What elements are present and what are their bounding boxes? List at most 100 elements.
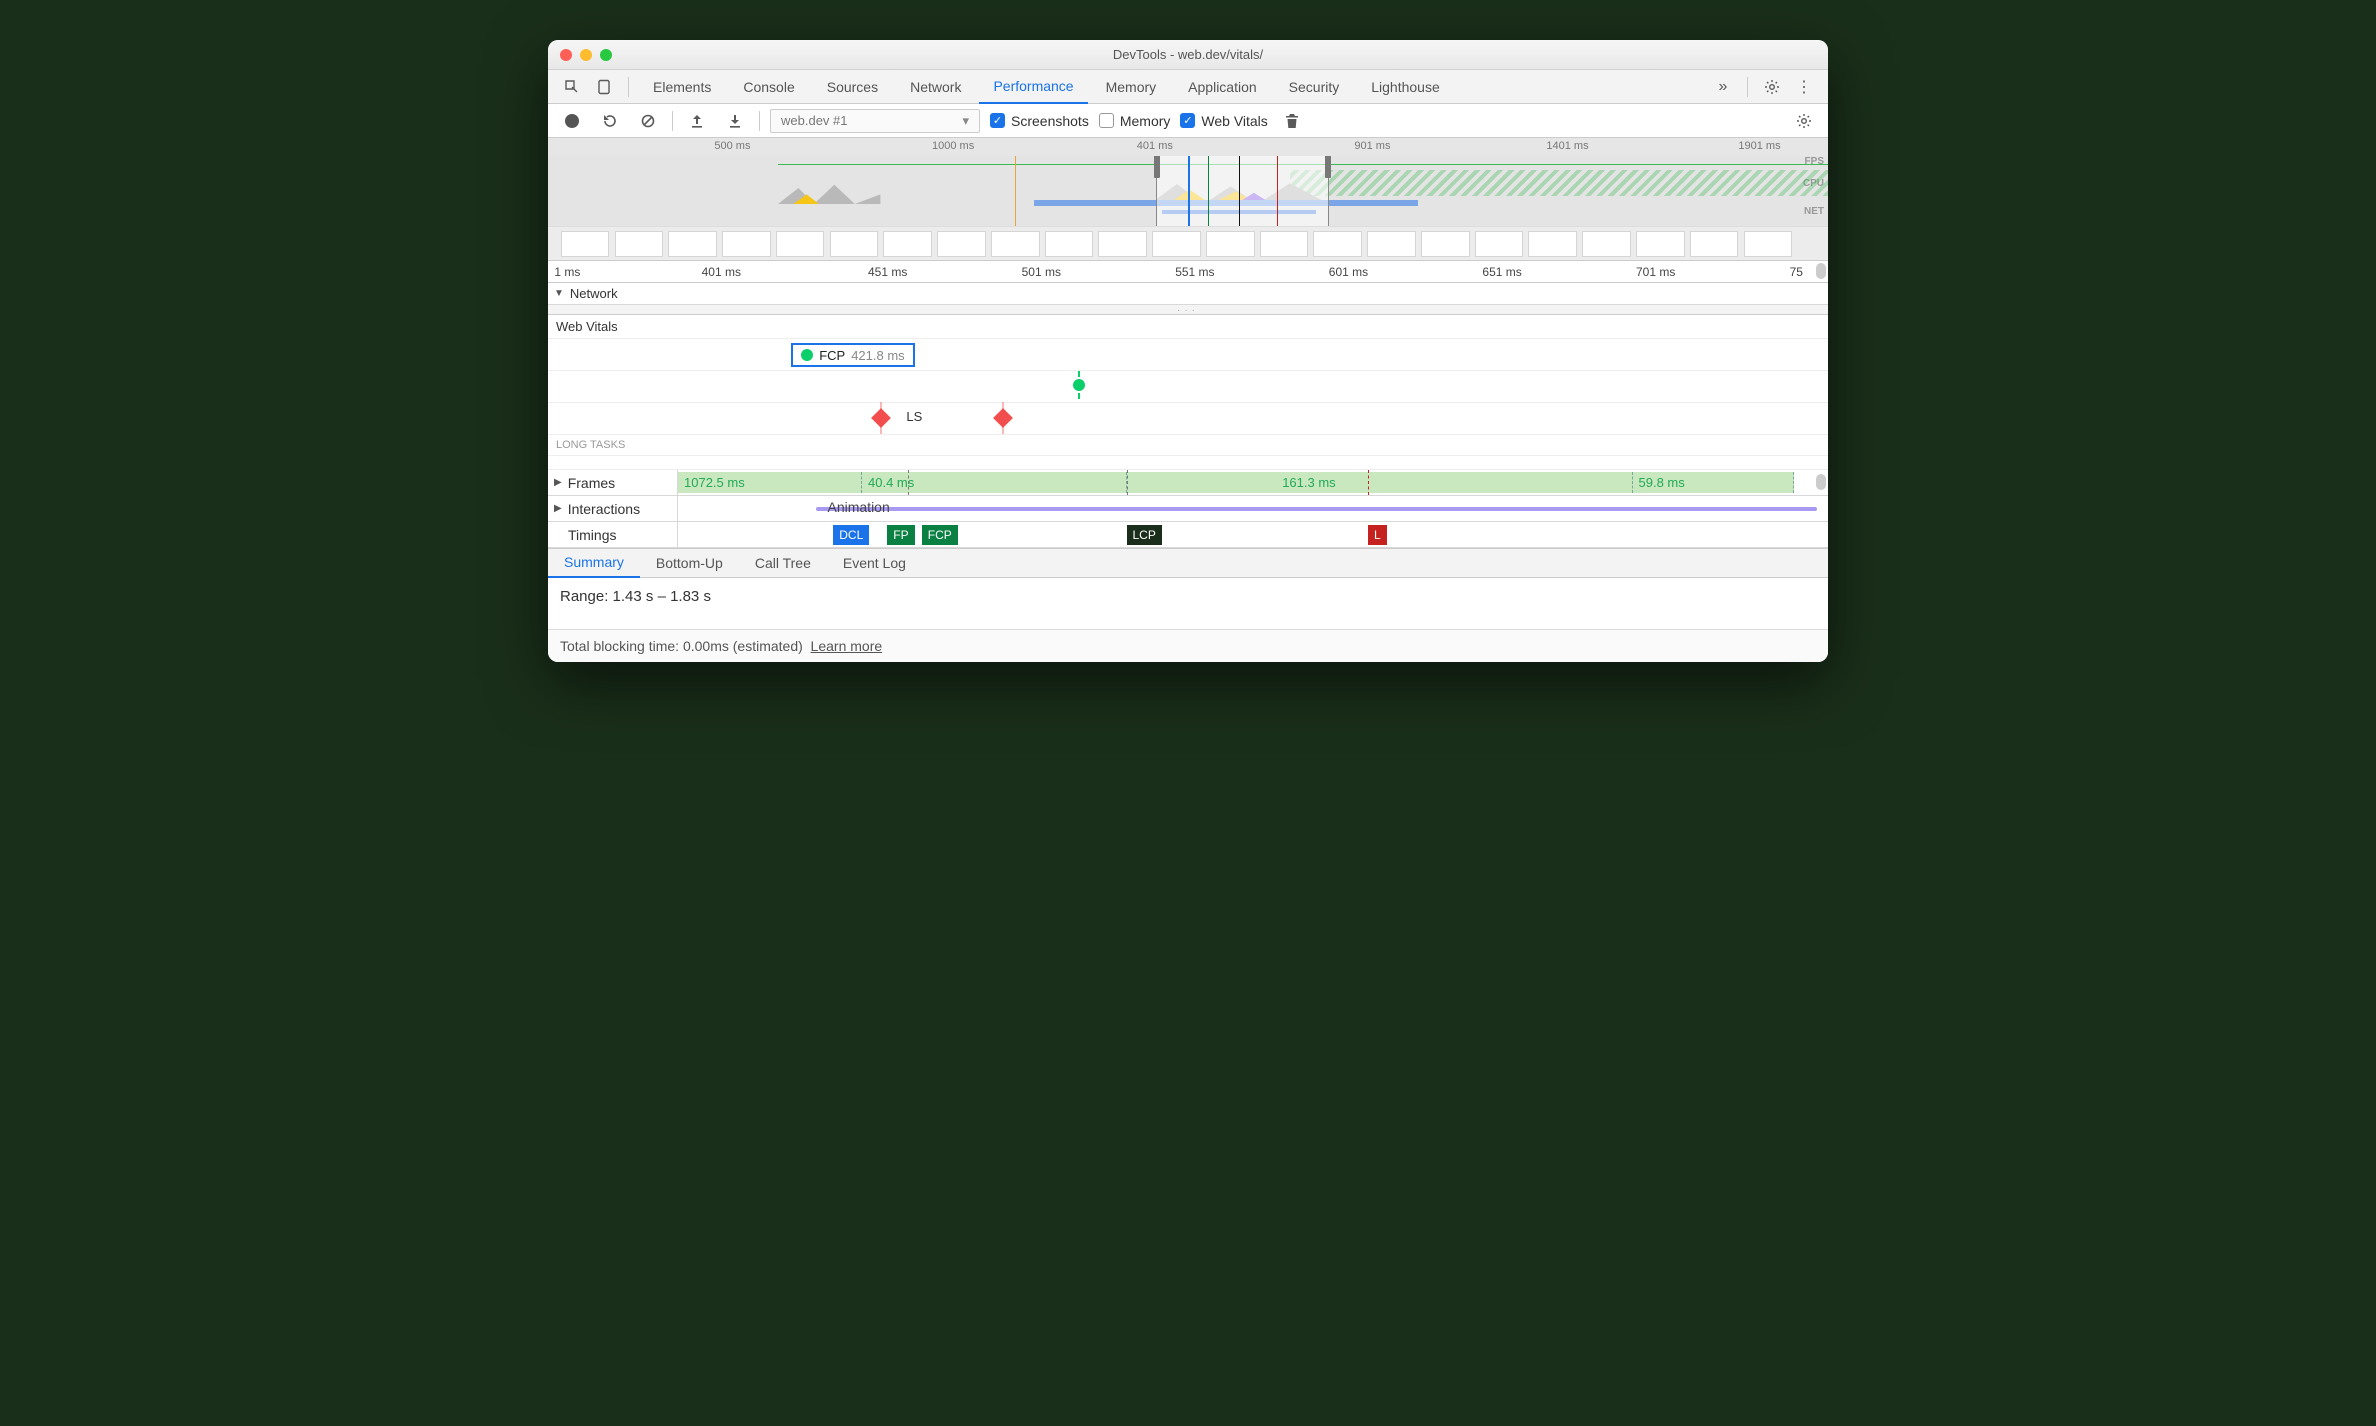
triangle-right-icon: ▶ (554, 503, 562, 514)
webvitals-toggle[interactable]: ✓ Web Vitals (1180, 113, 1267, 129)
triangle-right-icon: ▶ (554, 477, 562, 488)
reload-record-icon[interactable] (596, 107, 624, 135)
ov-tick: 1000 ms (932, 140, 974, 152)
frame-duration: 59.8 ms (1639, 475, 1685, 490)
frames-row: ▶ Frames 1072.5 ms 40.4 ms 161.3 ms 59.8… (548, 470, 1828, 496)
tbt-text: Total blocking time: 0.00ms (estimated) (560, 638, 803, 654)
tab-memory[interactable]: Memory (1092, 70, 1171, 104)
interactions-row: ▶ Interactions Animation (548, 496, 1828, 522)
tab-application[interactable]: Application (1174, 70, 1271, 104)
animation-label: Animation (828, 499, 890, 515)
web-vitals-header: Web Vitals (548, 315, 1828, 339)
timing-fcp[interactable]: FCP (922, 525, 958, 545)
ruler-tick: 1 ms (554, 265, 580, 279)
more-tabs-icon[interactable]: » (1709, 73, 1737, 101)
tab-performance[interactable]: Performance (979, 70, 1087, 104)
screenshots-toggle[interactable]: ✓ Screenshots (990, 113, 1089, 129)
detail-ruler[interactable]: 1 ms 401 ms 451 ms 501 ms 551 ms 601 ms … (548, 261, 1828, 283)
scrollbar[interactable] (1816, 263, 1826, 279)
resize-handle[interactable]: ··· (548, 305, 1828, 315)
frames-body[interactable]: 1072.5 ms 40.4 ms 161.3 ms 59.8 ms (678, 470, 1828, 495)
tab-summary[interactable]: Summary (548, 548, 640, 578)
triangle-down-icon: ▼ (554, 288, 564, 299)
recording-select[interactable]: web.dev #1 ▾ (770, 109, 980, 133)
scrollbar[interactable] (1816, 474, 1826, 490)
network-section-header[interactable]: ▼ Network (548, 283, 1828, 305)
web-vitals-lanes: FCP 421.8 ms LS (548, 339, 1828, 435)
frame-duration: 1072.5 ms (684, 475, 745, 490)
overview-timeline[interactable]: 500 ms 1000 ms 401 ms 901 ms 1401 ms 190… (548, 138, 1828, 261)
tab-lighthouse[interactable]: Lighthouse (1357, 70, 1454, 104)
lcp-marker[interactable] (1073, 379, 1085, 391)
ov-fps-label: FPS (1805, 156, 1824, 167)
separator (628, 77, 629, 97)
download-icon[interactable] (721, 107, 749, 135)
inspect-icon[interactable] (558, 73, 586, 101)
checkbox-icon (1099, 113, 1114, 128)
timing-dcl[interactable]: DCL (833, 525, 869, 545)
timing-fp[interactable]: FP (887, 525, 914, 545)
device-toggle-icon[interactable] (590, 73, 618, 101)
frames-label: Frames (568, 475, 615, 491)
tab-console[interactable]: Console (729, 70, 808, 104)
tab-elements[interactable]: Elements (639, 70, 725, 104)
fcp-value: 421.8 ms (851, 348, 904, 363)
timing-l[interactable]: L (1368, 525, 1387, 545)
layout-shift-marker[interactable] (871, 408, 891, 428)
tab-network[interactable]: Network (896, 70, 975, 104)
frame-duration: 161.3 ms (1282, 475, 1335, 490)
separator (1747, 77, 1748, 97)
ruler-tick: 401 ms (702, 265, 741, 279)
overview-lanes: FPS CPU NET (548, 156, 1828, 226)
network-label: Network (570, 286, 618, 301)
screenshots-label: Screenshots (1011, 113, 1089, 129)
interactions-label: Interactions (568, 501, 640, 517)
gear-icon[interactable] (1758, 73, 1786, 101)
capture-settings-gear-icon[interactable] (1790, 107, 1818, 135)
clear-icon[interactable] (634, 107, 662, 135)
timing-lcp[interactable]: LCP (1127, 525, 1162, 545)
details-tabs: Summary Bottom-Up Call Tree Event Log (548, 548, 1828, 578)
frame-segment[interactable]: 1072.5 ms (678, 472, 862, 493)
ov-tick: 401 ms (1137, 140, 1173, 152)
performance-toolbar: web.dev #1 ▾ ✓ Screenshots Memory ✓ Web … (548, 104, 1828, 138)
webvitals-label: Web Vitals (1201, 113, 1267, 129)
interactions-body[interactable]: Animation (678, 496, 1828, 521)
recording-select-label: web.dev #1 (781, 113, 848, 128)
learn-more-link[interactable]: Learn more (811, 638, 883, 654)
memory-toggle[interactable]: Memory (1099, 113, 1171, 129)
frames-header[interactable]: ▶ Frames (548, 470, 678, 495)
ruler-tick: 601 ms (1329, 265, 1368, 279)
tab-sources[interactable]: Sources (813, 70, 892, 104)
ov-tick: 1901 ms (1738, 140, 1780, 152)
ruler-tick: 75 (1790, 265, 1803, 279)
frame-segment[interactable]: 40.4 ms (862, 472, 1127, 493)
checkbox-checked-icon: ✓ (1180, 113, 1195, 128)
ov-tick: 901 ms (1354, 140, 1390, 152)
interactions-header[interactable]: ▶ Interactions (548, 496, 678, 521)
trash-icon[interactable] (1278, 107, 1306, 135)
ruler-tick: 651 ms (1482, 265, 1521, 279)
frame-segment[interactable]: 59.8 ms (1633, 472, 1794, 493)
titlebar: DevTools - web.dev/vitals/ (548, 40, 1828, 70)
devtools-tabs: Elements Console Sources Network Perform… (548, 70, 1828, 104)
web-vitals-fcp-row: FCP 421.8 ms (548, 339, 1828, 371)
ls-label: LS (906, 409, 922, 424)
tab-security[interactable]: Security (1275, 70, 1354, 104)
fcp-marker[interactable]: FCP 421.8 ms (791, 343, 914, 367)
kebab-icon[interactable]: ⋮ (1790, 73, 1818, 101)
tbt-footer: Total blocking time: 0.00ms (estimated) … (548, 630, 1828, 662)
frame-segment[interactable]: 161.3 ms (1127, 472, 1633, 493)
tab-bottom-up[interactable]: Bottom-Up (640, 548, 739, 578)
devtools-window: DevTools - web.dev/vitals/ Elements Cons… (548, 40, 1828, 662)
upload-icon[interactable] (683, 107, 711, 135)
ov-tick: 500 ms (714, 140, 750, 152)
layout-shift-marker[interactable] (993, 408, 1013, 428)
tab-call-tree[interactable]: Call Tree (739, 548, 827, 578)
timings-header[interactable]: Timings (548, 522, 678, 547)
tab-event-log[interactable]: Event Log (827, 548, 922, 578)
ruler-tick: 451 ms (868, 265, 907, 279)
timings-body[interactable]: DCL FP FCP LCP L (678, 522, 1828, 547)
animation-bar[interactable] (816, 507, 1817, 511)
record-button[interactable] (558, 107, 586, 135)
